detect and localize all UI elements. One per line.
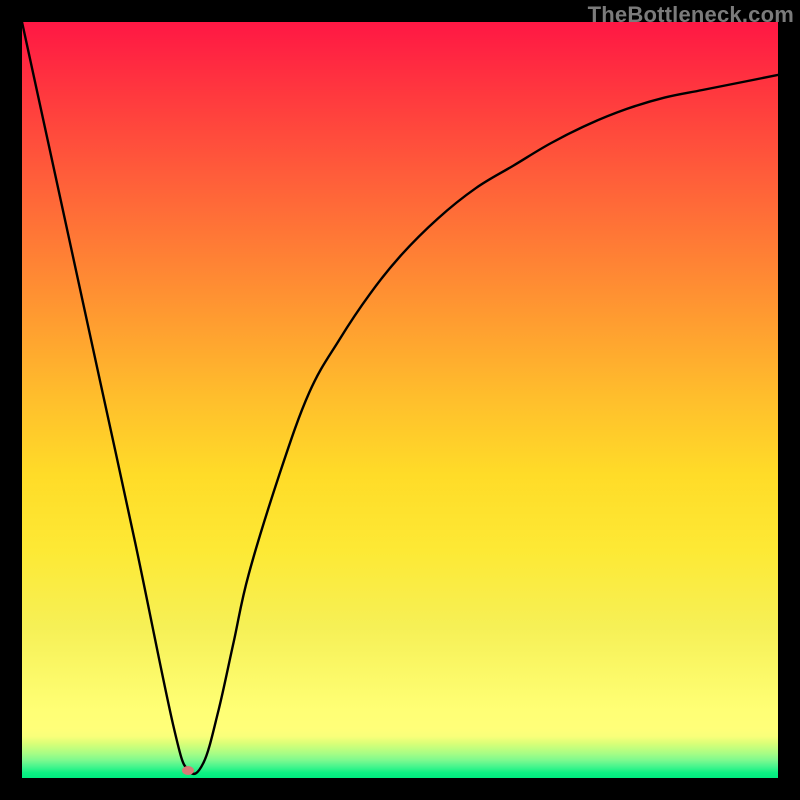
watermark-text: TheBottleneck.com bbox=[588, 2, 794, 28]
chart-plot-area bbox=[22, 22, 778, 778]
